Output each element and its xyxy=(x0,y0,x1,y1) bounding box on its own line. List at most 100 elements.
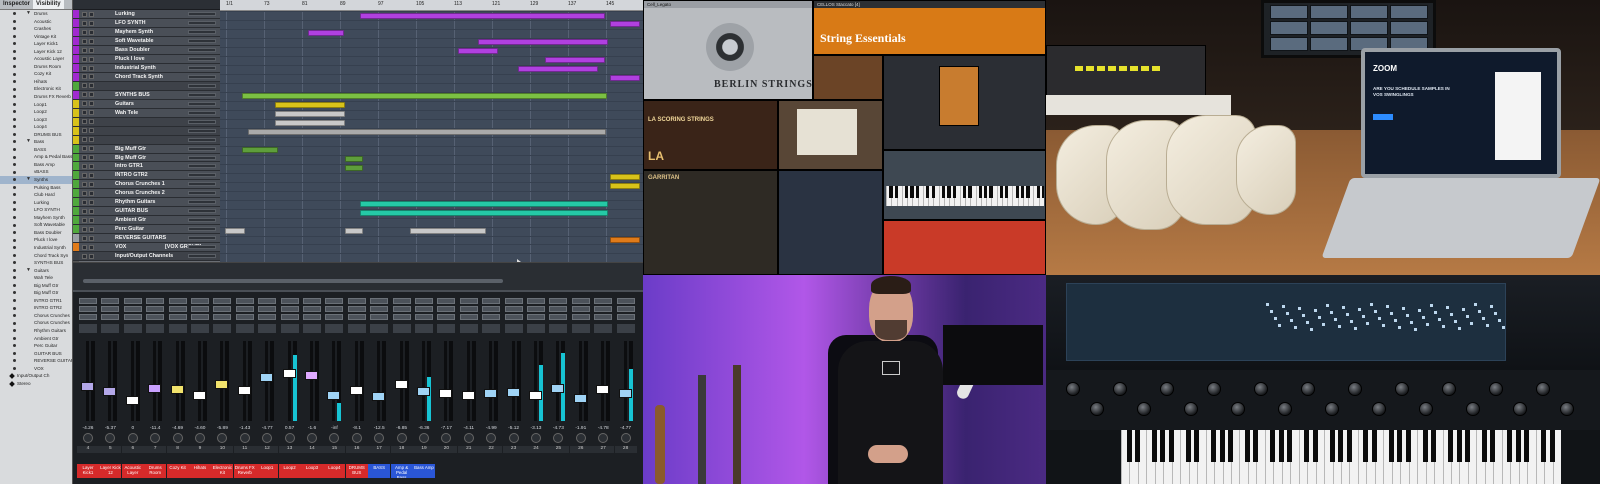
volume-fader[interactable] xyxy=(529,390,542,400)
channel-name-label[interactable]: Loop3 xyxy=(301,464,323,478)
volume-fader[interactable] xyxy=(305,370,318,380)
solo-button[interactable] xyxy=(89,119,94,125)
insert-slot[interactable] xyxy=(101,324,120,333)
channel-name-label[interactable]: Loop2 xyxy=(278,464,301,478)
visibility-dot-icon[interactable] xyxy=(13,268,16,272)
visibility-dot-icon[interactable] xyxy=(13,125,16,129)
visibility-dot-icon[interactable] xyxy=(13,329,16,333)
channel-button[interactable] xyxy=(325,306,344,312)
audio-clip[interactable] xyxy=(242,93,607,100)
channel-button[interactable] xyxy=(549,314,568,320)
visibility-item[interactable]: Mayhem Synth xyxy=(0,214,72,222)
fader-value[interactable]: -4.77 xyxy=(615,426,637,431)
visibility-item[interactable]: Chord Track Syn xyxy=(0,252,72,260)
channel-name-label[interactable]: Loop4 xyxy=(323,464,346,478)
track-row[interactable]: Ambient Gtr xyxy=(73,216,220,226)
visibility-item[interactable]: DRUMS BUS xyxy=(0,131,72,139)
solo-button[interactable] xyxy=(89,47,94,53)
track-mini-field[interactable] xyxy=(188,236,216,241)
mute-button[interactable] xyxy=(82,182,87,188)
visibility-dot-icon[interactable] xyxy=(13,19,16,23)
volume-fader[interactable] xyxy=(596,385,610,395)
track-row[interactable]: SYNTHS BUS xyxy=(73,90,220,100)
channel-name-label[interactable]: Drums Room xyxy=(144,464,167,478)
track-row[interactable]: Big Muff Gtr xyxy=(73,153,220,163)
fader-value[interactable]: -8.1 xyxy=(346,426,368,431)
channel-button[interactable] xyxy=(482,314,501,320)
channel-button[interactable] xyxy=(616,314,635,320)
mute-button[interactable] xyxy=(82,244,87,250)
audio-clip[interactable] xyxy=(610,237,640,243)
audio-clip[interactable] xyxy=(248,129,606,136)
pan-knob[interactable] xyxy=(195,433,205,443)
channel-button[interactable] xyxy=(415,306,433,312)
synth-knob[interactable] xyxy=(1512,402,1527,416)
pan-knob[interactable] xyxy=(463,433,474,443)
channel-name-label[interactable]: Amp & Pedal Bass xyxy=(390,464,413,478)
channel-name-label[interactable]: DRUMS BUS xyxy=(345,464,368,478)
channel-button[interactable] xyxy=(303,306,321,312)
visibility-item[interactable]: Club Hard xyxy=(0,191,72,199)
visibility-item[interactable]: Big Muff Gtr xyxy=(0,289,72,297)
channel-name-label[interactable]: Hihats xyxy=(189,464,211,478)
pan-knob[interactable] xyxy=(620,433,631,443)
fader-value[interactable]: 0.57 xyxy=(279,426,301,431)
pan-knob[interactable] xyxy=(374,433,385,443)
channel-button[interactable] xyxy=(168,314,187,320)
solo-button[interactable] xyxy=(89,217,94,223)
track-row[interactable]: INTRO GTR2 xyxy=(73,171,220,181)
visibility-item[interactable]: GUITAR BUS xyxy=(0,350,72,358)
volume-fader[interactable] xyxy=(439,388,453,398)
track-row[interactable]: Pluck I love xyxy=(73,54,220,64)
pan-knob[interactable] xyxy=(598,433,609,443)
track-row[interactable]: Perc Guitar xyxy=(73,225,220,235)
channel-button[interactable] xyxy=(459,314,478,320)
synth-knob[interactable] xyxy=(1277,402,1292,416)
visibility-item[interactable]: Drums FX Reverb xyxy=(0,93,72,101)
pan-knob[interactable] xyxy=(486,433,497,443)
audio-clip[interactable] xyxy=(410,228,486,235)
track-mini-field[interactable] xyxy=(188,20,216,25)
track-row[interactable]: Lurking xyxy=(73,10,220,19)
synth-keyboard[interactable] xyxy=(1121,430,1561,484)
visibility-item[interactable]: Electronic Kit xyxy=(0,85,72,93)
visibility-dot-icon[interactable] xyxy=(13,223,16,227)
channel-button[interactable] xyxy=(191,306,209,312)
solo-button[interactable] xyxy=(89,110,94,116)
channel-button[interactable] xyxy=(79,298,97,304)
channel-button[interactable] xyxy=(123,314,142,320)
track-mini-field[interactable] xyxy=(188,110,216,115)
mute-button[interactable] xyxy=(82,235,87,241)
channel-button[interactable] xyxy=(616,298,635,304)
mute-button[interactable] xyxy=(82,74,87,80)
volume-fader[interactable] xyxy=(148,383,162,393)
visibility-dot-icon[interactable] xyxy=(13,34,16,38)
mute-button[interactable] xyxy=(82,200,87,206)
pan-knob[interactable] xyxy=(531,433,541,443)
visibility-dot-icon[interactable] xyxy=(13,291,16,295)
insert-slot[interactable] xyxy=(459,324,478,333)
track-row[interactable] xyxy=(73,135,220,145)
tab-inspector[interactable]: Inspector xyxy=(0,0,33,9)
folder-triangle-icon[interactable]: ▼ xyxy=(26,267,31,275)
solo-button[interactable] xyxy=(89,182,94,188)
channel-name-label[interactable]: Layer Kick1 xyxy=(77,464,99,478)
pan-knob[interactable] xyxy=(262,433,273,443)
solo-button[interactable] xyxy=(89,146,94,152)
track-mini-field[interactable] xyxy=(188,209,216,214)
channel-button[interactable] xyxy=(571,298,590,304)
solo-button[interactable] xyxy=(89,65,94,71)
channel-button[interactable] xyxy=(437,306,456,312)
channel-button[interactable] xyxy=(325,314,344,320)
channel-button[interactable] xyxy=(504,314,523,320)
visibility-dot-icon[interactable] xyxy=(13,298,16,302)
solo-button[interactable] xyxy=(89,226,94,232)
track-row[interactable]: GUITAR BUS xyxy=(73,207,220,217)
track-row[interactable]: REVERSE GUITARS xyxy=(73,234,220,244)
mute-button[interactable] xyxy=(82,11,87,17)
visibility-item[interactable]: Loop2 xyxy=(0,108,72,116)
fader-value[interactable]: -5.12 xyxy=(503,426,525,431)
visibility-dot-icon[interactable] xyxy=(13,140,16,144)
channel-button[interactable] xyxy=(280,306,299,312)
visibility-dot-icon[interactable] xyxy=(13,49,16,53)
